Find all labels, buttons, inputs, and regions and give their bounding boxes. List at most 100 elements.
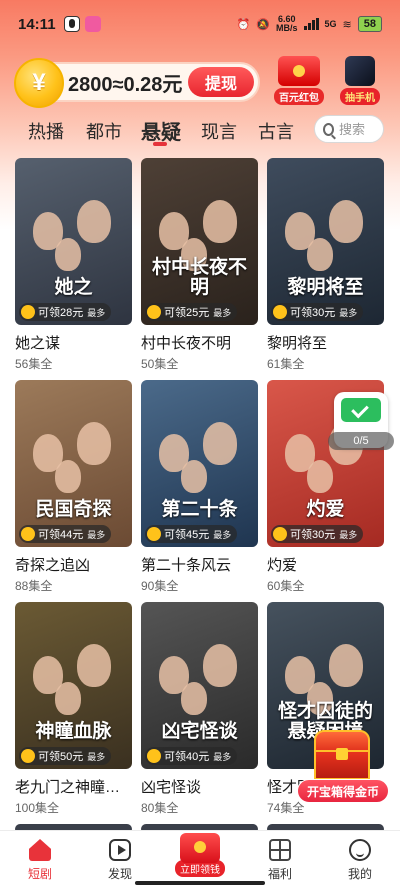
checkmark-icon xyxy=(341,398,381,422)
status-bar: 14:11 ⏰ 🔕 6.60 MB/s 5G ≋ 58 xyxy=(0,0,400,48)
drama-card[interactable]: 村中长夜不明 可领25元 最多 村中长夜不明 50集全 xyxy=(141,158,258,372)
drama-episodes: 60集全 xyxy=(267,579,305,593)
phone-lottery-label: 抽手机 xyxy=(340,88,380,105)
drama-poster[interactable]: 第二十条可领45元 最多 xyxy=(141,380,258,547)
coin-icon xyxy=(21,305,35,319)
drama-episodes: 61集全 xyxy=(267,357,305,371)
coin-balance-bar[interactable]: ¥ 2800≈0.28元 提现 xyxy=(14,58,260,108)
coin-icon xyxy=(147,527,161,541)
drama-card[interactable]: 凶宅怪谈 可领40元 最多凶宅怪谈 80集全 xyxy=(141,602,258,816)
drama-poster[interactable]: 神瞳血脉 可领50元 最多 xyxy=(15,602,132,769)
drama-title[interactable]: 她之谋 xyxy=(15,332,132,353)
poster-title-art: 灼爱 xyxy=(306,498,345,520)
nav-label: 福利 xyxy=(267,867,292,881)
drama-title[interactable]: 第二十条风云 xyxy=(141,554,258,575)
wifi-icon: ≋ xyxy=(342,18,352,31)
drama-episodes: 100集全 xyxy=(15,801,60,815)
battery-indicator: 58 xyxy=(357,16,382,32)
red-packet-icon xyxy=(278,56,320,86)
poster-title-art: 村中长夜不明 xyxy=(151,256,247,298)
poster-title-art: 她之 xyxy=(54,276,93,298)
red-packet-promo[interactable]: 百元红包 xyxy=(274,56,324,105)
search-icon xyxy=(323,122,334,136)
coin-balance: 2800≈0.28元 xyxy=(68,73,183,96)
drama-episodes: 50集全 xyxy=(141,357,179,371)
drama-episodes: 88集全 xyxy=(15,579,53,593)
drama-card[interactable]: 黎明将至 可领30元 最多 黎明将至 61集全 xyxy=(267,158,384,372)
nav-short-drama[interactable]: 短剧 xyxy=(10,839,70,882)
reward-badge: 可领28元 最多 xyxy=(19,303,112,321)
drama-poster[interactable]: 村中长夜不明 可领25元 最多 xyxy=(141,158,258,325)
withdraw-button[interactable]: 提现 xyxy=(188,67,254,97)
tab-ancient-romance[interactable]: 古言 xyxy=(258,118,294,144)
phone-lottery-promo[interactable]: 抽手机 xyxy=(340,56,380,105)
drama-episodes: 56集全 xyxy=(15,357,53,371)
reward-amount: 可领30元 xyxy=(290,529,336,541)
drama-episodes: 90集全 xyxy=(141,579,179,593)
signal-icon xyxy=(303,18,319,30)
tab-suspense[interactable]: 悬疑 xyxy=(141,116,181,145)
coin-icon xyxy=(147,749,161,763)
reward-amount: 可领40元 xyxy=(164,751,210,763)
nav-welfare[interactable]: 福利 xyxy=(250,839,310,882)
drama-poster[interactable]: 民国奇探 可领44元 最多 xyxy=(15,380,132,547)
phone-icon xyxy=(345,56,375,86)
drama-card[interactable]: 神瞳血脉 可领50元 最多老九门之神瞳… 100集全 xyxy=(15,602,132,816)
tab-modern-romance[interactable]: 现言 xyxy=(201,118,237,144)
active-tab-indicator xyxy=(153,142,167,146)
gift-icon xyxy=(269,839,291,861)
poster-title-art: 黎明将至 xyxy=(287,276,364,298)
search-box[interactable] xyxy=(314,115,384,143)
nav-label: 我的 xyxy=(347,867,372,881)
reward-amount: 可领30元 xyxy=(290,307,336,319)
reward-amount: 可领28元 xyxy=(38,307,84,319)
nav-me[interactable]: 我的 xyxy=(330,839,390,882)
drama-title[interactable]: 老九门之神瞳… xyxy=(15,776,132,797)
reward-most: 最多 xyxy=(213,529,232,540)
qq-notification-icon xyxy=(63,16,80,32)
home-icon xyxy=(29,839,51,861)
reward-badge: 可领40元 最多 xyxy=(145,747,238,765)
drama-episodes: 80集全 xyxy=(141,801,179,815)
home-indicator xyxy=(135,881,265,885)
reward-badge: 可领45元 最多 xyxy=(145,525,238,543)
drama-title[interactable]: 黎明将至 xyxy=(267,332,384,353)
reward-amount: 可领45元 xyxy=(164,529,210,541)
network-type: 5G xyxy=(324,19,337,29)
drama-poster[interactable]: 她之可领28元 最多 xyxy=(15,158,132,325)
drama-title[interactable]: 村中长夜不明 xyxy=(141,332,258,353)
tab-city[interactable]: 都市 xyxy=(86,118,122,144)
red-packet-label: 百元红包 xyxy=(274,88,324,105)
net-speed-unit: MB/s xyxy=(276,23,298,33)
drama-card[interactable]: 民国奇探 可领44元 最多奇探之追凶 88集全 xyxy=(15,380,132,594)
reward-amount: 可领25元 xyxy=(164,307,210,319)
reward-most: 最多 xyxy=(339,307,358,318)
reward-amount: 可领50元 xyxy=(38,751,84,763)
drama-card[interactable]: 她之可领28元 最多她之谋 56集全 xyxy=(15,158,132,372)
tab-hot[interactable]: 热播 xyxy=(28,118,64,144)
drama-card[interactable]: 第二十条可领45元 最多第二十条风云 90集全 xyxy=(141,380,258,594)
treasure-chest-icon[interactable] xyxy=(306,730,378,782)
drama-title[interactable]: 灼爱 xyxy=(267,554,384,575)
red-envelope-icon xyxy=(180,833,220,863)
nav-discover[interactable]: 发现 xyxy=(90,839,150,882)
drama-poster[interactable]: 凶宅怪谈 可领40元 最多 xyxy=(141,602,258,769)
reward-most: 最多 xyxy=(87,751,106,762)
coin-icon xyxy=(273,527,287,541)
nav-label: 发现 xyxy=(107,867,132,881)
status-indicators: ⏰ 🔕 6.60 MB/s 5G ≋ 58 xyxy=(237,15,382,33)
drama-title[interactable]: 凶宅怪谈 xyxy=(141,776,258,797)
drama-poster[interactable]: 黎明将至可领30元 最多 xyxy=(267,158,384,325)
treasure-chest-button[interactable]: 开宝箱得金币 xyxy=(297,779,389,803)
search-input[interactable] xyxy=(339,121,383,137)
poster-title-art: 第二十条 xyxy=(161,498,238,520)
app-notification-icon xyxy=(84,16,101,32)
reward-most: 最多 xyxy=(87,529,106,540)
drama-title[interactable]: 奇探之追凶 xyxy=(15,554,132,575)
reward-badge: 可领50元 最多 xyxy=(19,747,112,765)
status-notification-icons xyxy=(63,16,101,32)
coin-icon xyxy=(273,305,287,319)
nav-claim-money[interactable]: 立即领钱 xyxy=(172,831,228,877)
net-speed: 6.60 MB/s xyxy=(276,15,298,33)
coin-icon xyxy=(21,527,35,541)
